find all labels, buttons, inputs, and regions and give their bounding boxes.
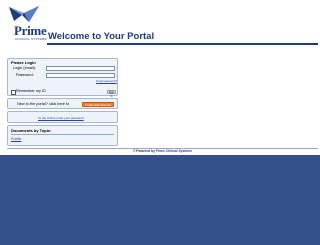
email-label: Login (email):: [13, 66, 37, 70]
reset-panel: To the Online enter your password: [7, 111, 118, 123]
portal-page: Prime CLINICAL SYSTEMS Welcome to Your P…: [0, 0, 320, 155]
footer-brand-link[interactable]: Prime Clinical Systems: [156, 149, 192, 153]
forgot-password-link[interactable]: Forgot password?: [96, 80, 117, 83]
page-background: [0, 155, 320, 245]
page-title: Welcome to Your Portal: [48, 31, 155, 42]
title-divider: [47, 43, 318, 45]
footer: © Powered by Prime Clinical Systems: [7, 149, 318, 153]
document-topic-link[interactable]: Public: [11, 137, 21, 141]
email-field[interactable]: [46, 66, 115, 71]
login-panel: Please Login Login (email): Password: Fo…: [7, 58, 118, 98]
footer-prefix: © Powered by: [132, 149, 155, 153]
register-prompt: New to the portal? click here to: [17, 102, 70, 106]
password-label: Password:: [16, 73, 34, 77]
register-panel: New to the portal? click here to Create …: [7, 98, 118, 109]
documents-heading: Documents by Topic:: [11, 128, 52, 133]
documents-divider: [11, 134, 114, 135]
documents-panel: Documents by Topic: Public: [7, 125, 118, 146]
create-account-button[interactable]: Create New Account: [82, 102, 114, 107]
password-field[interactable]: [46, 73, 115, 78]
company-logo: Prime CLINICAL SYSTEMS: [6, 5, 47, 43]
reset-password-link[interactable]: To the Online enter your password: [38, 116, 84, 120]
logo-emblem-icon: [9, 6, 39, 22]
sign-in-button[interactable]: Sign in: [107, 90, 116, 98]
logo-subtitle: CLINICAL SYSTEMS: [15, 37, 47, 41]
login-heading: Please Login: [11, 60, 36, 65]
remember-me-label: Remember my ID: [16, 89, 46, 93]
